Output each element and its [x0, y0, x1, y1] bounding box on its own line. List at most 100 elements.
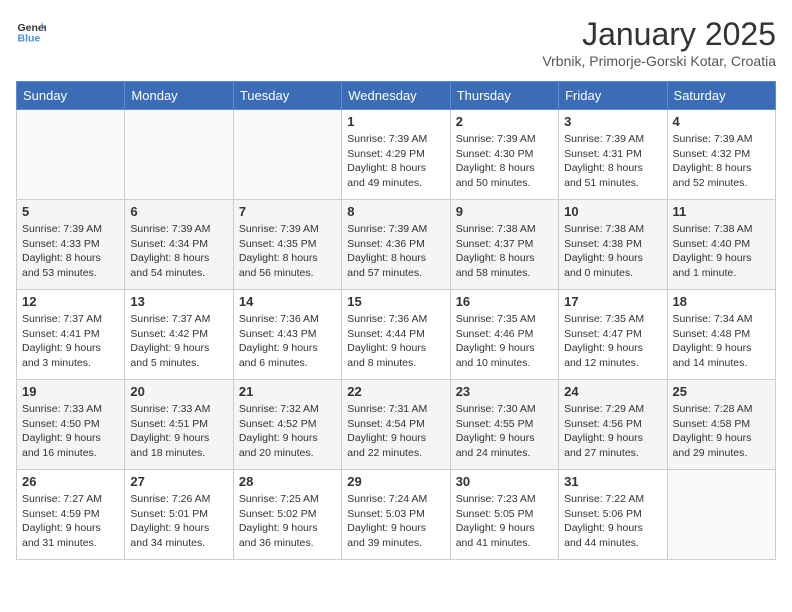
table-row: 24 Sunrise: 7:29 AMSunset: 4:56 PMDayligh…: [559, 380, 667, 470]
day-number: 24: [564, 384, 661, 399]
day-info: Sunrise: 7:39 AMSunset: 4:30 PMDaylight:…: [456, 132, 553, 191]
day-number: 19: [22, 384, 119, 399]
table-row: 31 Sunrise: 7:22 AMSunset: 5:06 PMDayligh…: [559, 470, 667, 560]
calendar-title: January 2025: [542, 16, 776, 53]
header-sunday: Sunday: [17, 82, 125, 110]
table-row: 3Sunrise: 7:39 AMSunset: 4:31 PMDaylight…: [559, 110, 667, 200]
table-row: 13Sunrise: 7:37 AMSunset: 4:42 PMDayligh…: [125, 290, 233, 380]
day-info: Sunrise: 7:39 AMSunset: 4:29 PMDaylight:…: [347, 132, 444, 191]
table-row: 20Sunrise: 7:33 AMSunset: 4:51 PMDayligh…: [125, 380, 233, 470]
calendar-week-row: 5 Sunrise: 7:39 AMSunset: 4:33 PMDaylight…: [17, 200, 776, 290]
table-row: 14 Sunrise: 7:36 AMSunset: 4:43 PMDayligh…: [233, 290, 341, 380]
day-info: Sunrise: 7:39 AMSunset: 4:36 PMDaylight:…: [347, 222, 444, 281]
logo: General Blue: [16, 16, 46, 46]
table-row: [125, 110, 233, 200]
day-number: 10: [564, 204, 661, 219]
table-row: [233, 110, 341, 200]
table-row: 8 Sunrise: 7:39 AMSunset: 4:36 PMDaylight…: [342, 200, 450, 290]
header-thursday: Thursday: [450, 82, 558, 110]
day-number: 13: [130, 294, 227, 309]
table-row: 19 Sunrise: 7:33 AMSunset: 4:50 PMDayligh…: [17, 380, 125, 470]
day-info: Sunrise: 7:26 AMSunset: 5:01 PMDaylight:…: [130, 492, 227, 551]
table-row: 16 Sunrise: 7:35 AMSunset: 4:46 PMDayligh…: [450, 290, 558, 380]
table-row: 25Sunrise: 7:28 AMSunset: 4:58 PMDayligh…: [667, 380, 775, 470]
table-row: 1 Sunrise: 7:39 AMSunset: 4:29 PMDaylight…: [342, 110, 450, 200]
day-number: 15: [347, 294, 444, 309]
day-number: 23: [456, 384, 553, 399]
day-info: Sunrise: 7:29 AMSunset: 4:56 PMDaylight:…: [564, 402, 661, 461]
day-number: 4: [673, 114, 770, 129]
header-wednesday: Wednesday: [342, 82, 450, 110]
day-info: Sunrise: 7:24 AMSunset: 5:03 PMDaylight:…: [347, 492, 444, 551]
day-info: Sunrise: 7:25 AMSunset: 5:02 PMDaylight:…: [239, 492, 336, 551]
day-number: 8: [347, 204, 444, 219]
table-row: 26Sunrise: 7:27 AMSunset: 4:59 PMDayligh…: [17, 470, 125, 560]
calendar-week-row: 26Sunrise: 7:27 AMSunset: 4:59 PMDayligh…: [17, 470, 776, 560]
calendar-week-row: 1 Sunrise: 7:39 AMSunset: 4:29 PMDaylight…: [17, 110, 776, 200]
table-row: [667, 470, 775, 560]
day-info: Sunrise: 7:22 AMSunset: 5:06 PMDaylight:…: [564, 492, 661, 551]
table-row: 10Sunrise: 7:38 AMSunset: 4:38 PMDayligh…: [559, 200, 667, 290]
day-number: 26: [22, 474, 119, 489]
day-info: Sunrise: 7:32 AMSunset: 4:52 PMDaylight:…: [239, 402, 336, 461]
table-row: 11 Sunrise: 7:38 AMSunset: 4:40 PMDayligh…: [667, 200, 775, 290]
day-info: Sunrise: 7:36 AMSunset: 4:43 PMDaylight:…: [239, 312, 336, 371]
calendar-subtitle: Vrbnik, Primorje-Gorski Kotar, Croatia: [542, 53, 776, 69]
header-saturday: Saturday: [667, 82, 775, 110]
day-info: Sunrise: 7:35 AMSunset: 4:46 PMDaylight:…: [456, 312, 553, 371]
table-row: 21 Sunrise: 7:32 AMSunset: 4:52 PMDayligh…: [233, 380, 341, 470]
day-info: Sunrise: 7:39 AMSunset: 4:35 PMDaylight:…: [239, 222, 336, 281]
day-info: Sunrise: 7:30 AMSunset: 4:55 PMDaylight:…: [456, 402, 553, 461]
day-number: 2: [456, 114, 553, 129]
day-number: 27: [130, 474, 227, 489]
day-number: 14: [239, 294, 336, 309]
calendar-week-row: 19 Sunrise: 7:33 AMSunset: 4:50 PMDayligh…: [17, 380, 776, 470]
day-number: 5: [22, 204, 119, 219]
day-number: 1: [347, 114, 444, 129]
day-info: Sunrise: 7:33 AMSunset: 4:51 PMDaylight:…: [130, 402, 227, 461]
table-row: 5 Sunrise: 7:39 AMSunset: 4:33 PMDaylight…: [17, 200, 125, 290]
table-row: [17, 110, 125, 200]
title-block: January 2025 Vrbnik, Primorje-Gorski Kot…: [542, 16, 776, 69]
table-row: 23 Sunrise: 7:30 AMSunset: 4:55 PMDayligh…: [450, 380, 558, 470]
day-info: Sunrise: 7:38 AMSunset: 4:40 PMDaylight:…: [673, 222, 770, 281]
day-number: 16: [456, 294, 553, 309]
header-monday: Monday: [125, 82, 233, 110]
day-info: Sunrise: 7:38 AMSunset: 4:37 PMDaylight:…: [456, 222, 553, 281]
day-info: Sunrise: 7:37 AMSunset: 4:41 PMDaylight:…: [22, 312, 119, 371]
day-number: 12: [22, 294, 119, 309]
page-header: General Blue January 2025 Vrbnik, Primor…: [16, 16, 776, 69]
day-number: 30: [456, 474, 553, 489]
day-info: Sunrise: 7:31 AMSunset: 4:54 PMDaylight:…: [347, 402, 444, 461]
day-info: Sunrise: 7:34 AMSunset: 4:48 PMDaylight:…: [673, 312, 770, 371]
table-row: 22 Sunrise: 7:31 AMSunset: 4:54 PMDayligh…: [342, 380, 450, 470]
day-number: 18: [673, 294, 770, 309]
table-row: 27 Sunrise: 7:26 AMSunset: 5:01 PMDayligh…: [125, 470, 233, 560]
day-number: 17: [564, 294, 661, 309]
table-row: 28Sunrise: 7:25 AMSunset: 5:02 PMDayligh…: [233, 470, 341, 560]
calendar-week-row: 12 Sunrise: 7:37 AMSunset: 4:41 PMDayligh…: [17, 290, 776, 380]
calendar-table: Sunday Monday Tuesday Wednesday Thursday…: [16, 81, 776, 560]
header-tuesday: Tuesday: [233, 82, 341, 110]
day-info: Sunrise: 7:39 AMSunset: 4:31 PMDaylight:…: [564, 132, 661, 191]
day-number: 9: [456, 204, 553, 219]
day-number: 22: [347, 384, 444, 399]
table-row: 30Sunrise: 7:23 AMSunset: 5:05 PMDayligh…: [450, 470, 558, 560]
table-row: 15Sunrise: 7:36 AMSunset: 4:44 PMDayligh…: [342, 290, 450, 380]
day-info: Sunrise: 7:33 AMSunset: 4:50 PMDaylight:…: [22, 402, 119, 461]
table-row: 17 Sunrise: 7:35 AMSunset: 4:47 PMDayligh…: [559, 290, 667, 380]
table-row: 12 Sunrise: 7:37 AMSunset: 4:41 PMDayligh…: [17, 290, 125, 380]
table-row: 7Sunrise: 7:39 AMSunset: 4:35 PMDaylight…: [233, 200, 341, 290]
svg-text:Blue: Blue: [18, 33, 41, 45]
day-number: 6: [130, 204, 227, 219]
day-info: Sunrise: 7:35 AMSunset: 4:47 PMDaylight:…: [564, 312, 661, 371]
header-friday: Friday: [559, 82, 667, 110]
table-row: 18 Sunrise: 7:34 AMSunset: 4:48 PMDayligh…: [667, 290, 775, 380]
table-row: 2 Sunrise: 7:39 AMSunset: 4:30 PMDaylight…: [450, 110, 558, 200]
day-info: Sunrise: 7:39 AMSunset: 4:33 PMDaylight:…: [22, 222, 119, 281]
table-row: 4Sunrise: 7:39 AMSunset: 4:32 PMDaylight…: [667, 110, 775, 200]
day-number: 31: [564, 474, 661, 489]
day-number: 21: [239, 384, 336, 399]
day-number: 11: [673, 204, 770, 219]
table-row: 6Sunrise: 7:39 AMSunset: 4:34 PMDaylight…: [125, 200, 233, 290]
